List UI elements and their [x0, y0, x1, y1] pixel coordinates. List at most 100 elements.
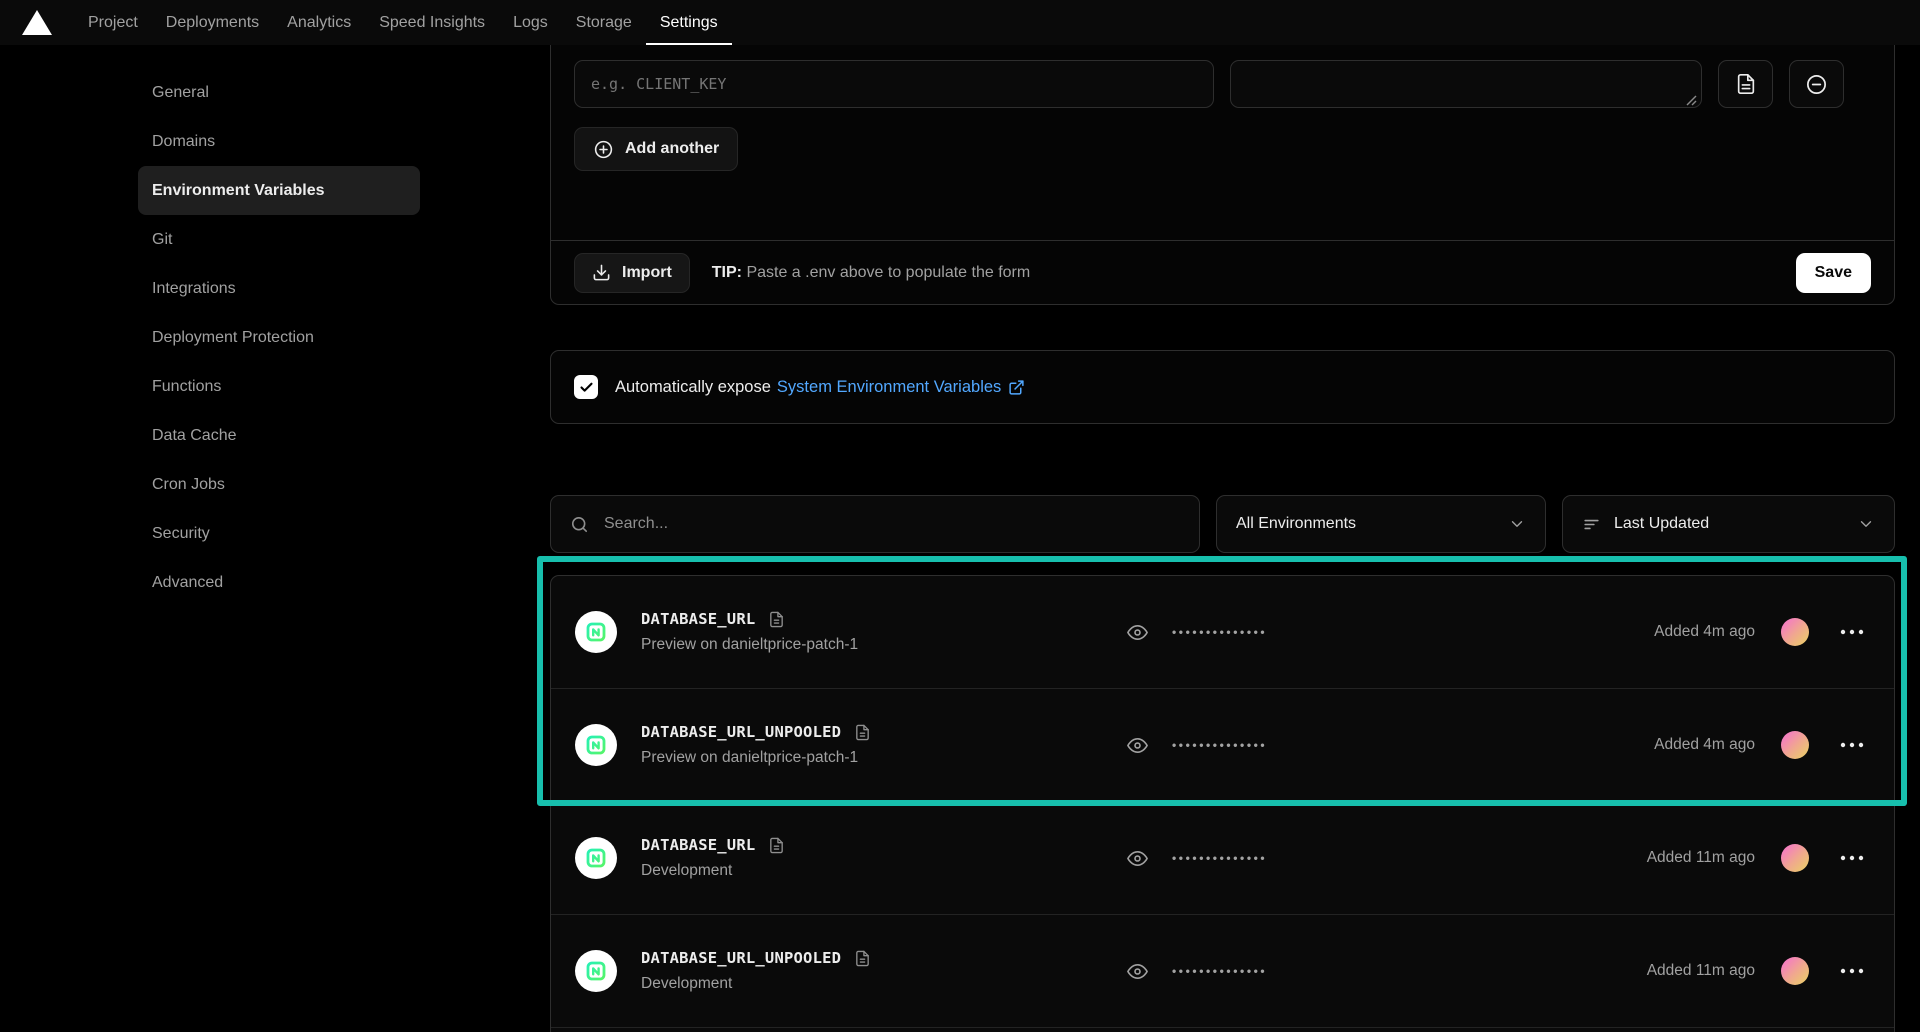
sidebar-item-domains[interactable]: Domains	[138, 117, 420, 166]
neon-integration-avatar	[575, 724, 617, 766]
ellipsis-icon	[1840, 855, 1864, 861]
form-footer: Import TIP: Paste a .env above to popula…	[551, 240, 1894, 304]
checkmark-icon	[579, 380, 594, 395]
nav-tab-analytics[interactable]: Analytics	[273, 0, 365, 45]
ellipsis-icon	[1840, 629, 1864, 635]
minus-circle-icon	[1805, 73, 1828, 96]
note-file-icon[interactable]	[768, 611, 785, 628]
nav-tab-storage[interactable]: Storage	[562, 0, 646, 45]
sidebar-item-functions[interactable]: Functions	[138, 362, 420, 411]
expose-checkbox[interactable]	[574, 375, 598, 399]
plus-circle-icon	[593, 139, 614, 160]
note-file-icon[interactable]	[854, 950, 871, 967]
sidebar-item-advanced[interactable]: Advanced	[138, 558, 420, 607]
env-variable-value: ••••••••••••••	[1126, 621, 1267, 644]
row-actions-menu-button[interactable]	[1834, 736, 1870, 754]
sidebar-item-cron-jobs[interactable]: Cron Jobs	[138, 460, 420, 509]
vercel-triangle-icon	[22, 10, 52, 35]
neon-integration-avatar	[575, 837, 617, 879]
resize-grip-icon[interactable]	[1686, 95, 1697, 106]
nav-tab-logs[interactable]: Logs	[499, 0, 562, 45]
env-variable-value: ••••••••••••••	[1126, 847, 1267, 870]
add-another-button[interactable]: Add another	[574, 127, 738, 171]
neon-integration-avatar	[575, 950, 617, 992]
note-file-icon[interactable]	[768, 837, 785, 854]
masked-value: ••••••••••••••	[1172, 964, 1267, 978]
env-variable-row: DATABASE_URL Development •••••	[551, 802, 1894, 915]
settings-sidebar: General Domains Environment Variables Gi…	[0, 45, 530, 607]
eye-icon[interactable]	[1126, 960, 1149, 983]
sidebar-item-deployment-protection[interactable]: Deployment Protection	[138, 313, 420, 362]
env-variable-target: Preview on danieltprice-patch-1	[641, 749, 1126, 767]
env-variable-name: DATABASE_URL	[641, 610, 755, 628]
env-variable-info: DATABASE_URL Preview on danieltprice-pat…	[641, 610, 1126, 654]
system-env-expose-card: Automatically expose System Environment …	[550, 350, 1895, 424]
env-variable-row-partial	[551, 1028, 1894, 1032]
env-variable-target: Development	[641, 975, 1126, 993]
env-key-input[interactable]	[574, 60, 1214, 108]
env-variable-target: Preview on danieltprice-patch-1	[641, 636, 1126, 654]
row-actions-menu-button[interactable]	[1834, 623, 1870, 641]
sidebar-item-general[interactable]: General	[138, 68, 420, 117]
expose-label: Automatically expose System Environment …	[615, 378, 1025, 397]
vercel-logo[interactable]	[22, 0, 52, 45]
masked-value: ••••••••••••••	[1172, 738, 1267, 752]
neon-logo-icon	[584, 733, 608, 757]
user-avatar[interactable]	[1781, 618, 1809, 646]
paste-file-button[interactable]	[1718, 60, 1773, 108]
system-env-variables-link[interactable]: System Environment Variables	[777, 378, 1025, 397]
neon-logo-icon	[584, 846, 608, 870]
env-variable-name: DATABASE_URL_UNPOOLED	[641, 723, 841, 741]
top-nav: Project Deployments Analytics Speed Insi…	[0, 0, 1920, 45]
eye-icon[interactable]	[1126, 734, 1149, 757]
search-box[interactable]	[550, 495, 1200, 553]
eye-icon[interactable]	[1126, 621, 1149, 644]
neon-integration-avatar	[575, 611, 617, 653]
env-variable-name: DATABASE_URL	[641, 836, 755, 854]
user-avatar[interactable]	[1781, 731, 1809, 759]
chevron-down-icon	[1508, 515, 1526, 533]
ellipsis-icon	[1840, 968, 1864, 974]
env-variable-target: Development	[641, 862, 1126, 880]
user-avatar[interactable]	[1781, 957, 1809, 985]
sort-dropdown[interactable]: Last Updated	[1562, 495, 1895, 553]
env-variable-info: DATABASE_URL_UNPOOLED Development	[641, 949, 1126, 993]
nav-tab-project[interactable]: Project	[74, 0, 152, 45]
ellipsis-icon	[1840, 742, 1864, 748]
nav-tab-settings[interactable]: Settings	[646, 0, 732, 45]
added-timestamp: Added 4m ago	[1654, 736, 1755, 754]
env-var-form-card: Add another Import TIP: Paste a .env abo…	[550, 45, 1895, 305]
environment-variables-panel: Add another Import TIP: Paste a .env abo…	[550, 45, 1895, 1032]
sidebar-item-integrations[interactable]: Integrations	[138, 264, 420, 313]
env-variable-row: DATABASE_URL Preview on danieltprice-pat…	[551, 576, 1894, 689]
note-file-icon[interactable]	[854, 724, 871, 741]
row-actions-menu-button[interactable]	[1834, 849, 1870, 867]
eye-icon[interactable]	[1126, 847, 1149, 870]
file-icon	[1735, 73, 1757, 95]
sidebar-item-environment-variables[interactable]: Environment Variables	[138, 166, 420, 215]
user-avatar[interactable]	[1781, 844, 1809, 872]
added-timestamp: Added 4m ago	[1654, 623, 1755, 641]
search-input[interactable]	[604, 515, 1180, 533]
import-button[interactable]: Import	[574, 253, 690, 293]
env-variable-row: DATABASE_URL_UNPOOLED Development	[551, 915, 1894, 1028]
nav-tab-deployments[interactable]: Deployments	[152, 0, 273, 45]
env-variables-table: DATABASE_URL Preview on danieltprice-pat…	[550, 575, 1895, 1032]
env-variable-info: DATABASE_URL_UNPOOLED Preview on danielt…	[641, 723, 1126, 767]
import-label: Import	[622, 264, 672, 282]
remove-row-button[interactable]	[1789, 60, 1844, 108]
added-timestamp: Added 11m ago	[1647, 962, 1755, 980]
nav-tab-speed-insights[interactable]: Speed Insights	[365, 0, 499, 45]
environment-filter-dropdown[interactable]: All Environments	[1216, 495, 1546, 553]
sidebar-item-data-cache[interactable]: Data Cache	[138, 411, 420, 460]
sort-lines-icon	[1582, 515, 1601, 534]
env-variable-info: DATABASE_URL Development	[641, 836, 1126, 880]
sidebar-item-git[interactable]: Git	[138, 215, 420, 264]
masked-value: ••••••••••••••	[1172, 625, 1267, 639]
save-button[interactable]: Save	[1796, 253, 1871, 293]
sidebar-item-security[interactable]: Security	[138, 509, 420, 558]
env-variable-value: ••••••••••••••	[1126, 734, 1267, 757]
masked-value: ••••••••••••••	[1172, 851, 1267, 865]
row-actions-menu-button[interactable]	[1834, 962, 1870, 980]
env-value-textarea[interactable]	[1230, 60, 1702, 108]
